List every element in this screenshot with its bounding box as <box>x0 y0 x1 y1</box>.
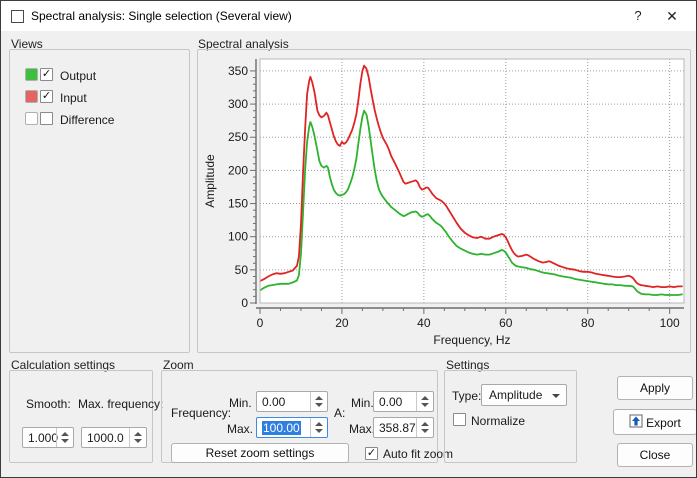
views-group: ✓ Output ✓ Input Difference <box>9 49 190 353</box>
spin-down-icon[interactable] <box>315 403 323 407</box>
svg-text:40: 40 <box>417 316 431 330</box>
calculation-group: Smooth: Max. frequency: 1.000 1000.0 <box>9 370 153 463</box>
help-button[interactable]: ? <box>629 7 647 25</box>
output-checkbox[interactable]: ✓ <box>40 68 53 81</box>
a-min-label: Min. <box>351 396 374 410</box>
svg-text:300: 300 <box>228 97 248 111</box>
svg-text:20: 20 <box>335 316 349 330</box>
chevron-down-icon <box>552 394 560 398</box>
auto-fit-zoom-label: Auto fit zoom <box>383 447 453 461</box>
svg-text:Frequency, Hz: Frequency, Hz <box>433 333 510 347</box>
svg-text:Amplitude: Amplitude <box>203 154 217 208</box>
close-window-button[interactable]: ✕ <box>663 7 681 25</box>
type-label: Type: <box>452 389 481 403</box>
frequency-min-spinbox[interactable]: 0.00 <box>256 391 328 412</box>
type-dropdown-value: Amplitude <box>489 388 542 402</box>
reset-zoom-button[interactable]: Reset zoom settings <box>171 443 349 463</box>
spectral-chart[interactable]: 0 50 100 150 200 250 300 350 0 20 40 60 80 100 Frequen… <box>198 51 690 351</box>
freq-min-label: Min. <box>229 396 252 410</box>
a-max-value: 358.87 <box>379 421 416 435</box>
difference-color-swatch[interactable] <box>25 112 38 125</box>
max-frequency-value: 1000.0 <box>87 431 124 445</box>
smooth-label: Smooth: <box>26 397 71 411</box>
spin-down-icon[interactable] <box>134 439 142 443</box>
close-button[interactable]: Close <box>617 443 693 467</box>
max-frequency-spinbox[interactable]: 1000.0 <box>81 427 147 448</box>
apply-button[interactable]: Apply <box>617 376 693 400</box>
spin-up-icon[interactable] <box>421 422 429 426</box>
a-min-spinbox[interactable]: 0.00 <box>373 391 434 412</box>
svg-text:150: 150 <box>228 197 248 211</box>
a-max-spinbox[interactable]: 358.87 <box>373 417 434 438</box>
export-icon <box>629 414 643 428</box>
svg-text:250: 250 <box>228 130 248 144</box>
a-max-label: Max. <box>349 422 375 436</box>
svg-text:80: 80 <box>581 316 595 330</box>
frequency-min-value: 0.00 <box>262 395 285 409</box>
output-color-swatch[interactable] <box>25 68 38 81</box>
a-axis-label: A: <box>334 406 345 420</box>
spin-down-icon[interactable] <box>421 403 429 407</box>
titlebar[interactable]: Spectral analysis: Single selection (Sev… <box>1 1 696 31</box>
a-min-spin-buttons <box>416 392 433 411</box>
input-label: Input <box>60 91 87 105</box>
svg-text:100: 100 <box>660 316 680 330</box>
settings-group: Type: Amplitude Normalize <box>444 370 577 463</box>
a-min-value: 0.00 <box>379 395 402 409</box>
svg-text:350: 350 <box>228 64 248 78</box>
window-icon <box>11 10 24 23</box>
normalize-checkbox[interactable] <box>453 413 466 426</box>
spin-down-icon[interactable] <box>421 429 429 433</box>
smooth-spinbox[interactable]: 1.000 <box>22 427 74 448</box>
svg-text:60: 60 <box>499 316 513 330</box>
difference-label: Difference <box>60 113 114 127</box>
smooth-value: 1.000 <box>28 431 58 445</box>
frequency-max-spinbox[interactable]: 100.00 <box>256 417 328 438</box>
frequency-max-spin-buttons <box>310 418 327 437</box>
normalize-label: Normalize <box>471 414 525 428</box>
max-frequency-label: Max. frequency: <box>78 397 163 411</box>
svg-text:0: 0 <box>241 296 248 310</box>
spin-up-icon[interactable] <box>421 396 429 400</box>
spin-down-icon[interactable] <box>315 429 323 433</box>
freq-max-label: Max. <box>227 422 253 436</box>
output-label: Output <box>60 69 96 83</box>
spin-up-icon[interactable] <box>134 432 142 436</box>
frequency-max-value: 100.00 <box>262 421 301 435</box>
difference-checkbox[interactable] <box>40 112 53 125</box>
spin-up-icon[interactable] <box>61 432 69 436</box>
spin-up-icon[interactable] <box>315 396 323 400</box>
svg-text:0: 0 <box>257 316 264 330</box>
svg-text:100: 100 <box>228 230 248 244</box>
type-dropdown[interactable]: Amplitude <box>481 384 567 406</box>
spin-down-icon[interactable] <box>61 439 69 443</box>
export-button-label: Export <box>646 411 681 435</box>
input-color-swatch[interactable] <box>25 90 38 103</box>
spectral-analysis-dialog: Spectral analysis: Single selection (Sev… <box>0 0 697 478</box>
export-button[interactable]: Export <box>613 409 697 435</box>
svg-text:50: 50 <box>235 263 249 277</box>
frequency-min-spin-buttons <box>310 392 327 411</box>
max-frequency-spin-buttons <box>129 428 146 447</box>
input-checkbox[interactable]: ✓ <box>40 90 53 103</box>
frequency-label: Frequency: <box>171 406 231 420</box>
auto-fit-zoom-checkbox[interactable]: ✓ <box>365 447 378 460</box>
smooth-spin-buttons <box>56 428 73 447</box>
window-title: Spectral analysis: Single selection (Sev… <box>31 9 292 23</box>
spin-up-icon[interactable] <box>315 422 323 426</box>
zoom-group: Frequency: Min. 0.00 Max. 100.00 A: Min.… <box>161 370 438 463</box>
a-max-spin-buttons <box>416 418 433 437</box>
svg-text:200: 200 <box>228 163 248 177</box>
